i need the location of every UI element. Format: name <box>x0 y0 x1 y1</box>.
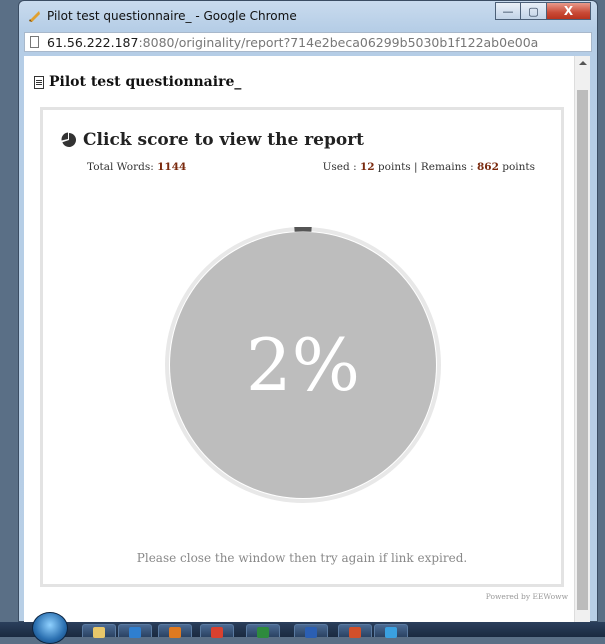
maximize-icon: ▢ <box>528 5 538 18</box>
scroll-up-icon[interactable] <box>579 61 587 65</box>
doc-header: Pilot test questionnaire_ <box>34 74 241 90</box>
used-points: 12 <box>360 161 375 173</box>
page-viewport: Pilot test questionnaire_ Click score to… <box>24 56 590 623</box>
start-button[interactable] <box>32 612 68 644</box>
vertical-scrollbar[interactable] <box>574 56 590 623</box>
remain-points: 862 <box>477 161 499 173</box>
used-label: Used : <box>323 161 360 173</box>
page-icon <box>30 36 39 48</box>
outlook-icon <box>129 627 141 638</box>
panel-title: Click score to view the report <box>61 130 364 150</box>
taskbar-button[interactable] <box>374 624 408 637</box>
maximize-button[interactable]: ▢ <box>521 2 547 20</box>
doc-title: Pilot test questionnaire_ <box>49 74 241 90</box>
minimize-icon: — <box>503 5 514 18</box>
scroll-thumb[interactable] <box>577 90 588 610</box>
remain-suffix: points <box>499 161 535 173</box>
media-player-icon <box>169 627 181 638</box>
url-host: 61.56.222.187 <box>47 35 138 50</box>
messenger-icon <box>385 627 397 638</box>
chrome-icon <box>211 627 223 638</box>
taskbar-button[interactable] <box>246 624 280 637</box>
powered-by: Powered by EEWoww <box>486 592 568 601</box>
score-value[interactable]: 2% <box>165 227 441 503</box>
taskbar-button[interactable] <box>118 624 152 637</box>
close-icon: X <box>564 4 573 18</box>
word-icon <box>305 627 317 638</box>
excel-icon <box>257 627 269 638</box>
taskbar-button[interactable] <box>294 624 328 637</box>
expire-note: Please close the window then try again i… <box>43 551 561 565</box>
taskbar-button[interactable] <box>200 624 234 637</box>
points-info: Used : 12 points | Remains : 862 points <box>323 161 535 173</box>
total-words-label: Total Words: <box>87 161 157 173</box>
folder-icon <box>93 627 105 638</box>
document-icon <box>34 76 44 89</box>
panel-title-text: Click score to view the report <box>83 130 364 150</box>
used-suffix: points | Remains : <box>375 161 477 173</box>
score-gauge[interactable]: 2% <box>165 227 441 503</box>
total-words-value: 1144 <box>157 161 186 173</box>
total-words: Total Words: 1144 <box>87 161 186 173</box>
minimize-button[interactable]: — <box>495 2 521 20</box>
powerpoint-icon <box>349 627 361 638</box>
address-bar[interactable]: 61.56.222.187:8080/originality/report?71… <box>24 32 592 52</box>
taskbar-button[interactable] <box>338 624 372 637</box>
close-button[interactable]: X <box>547 2 591 20</box>
taskbar-button[interactable] <box>82 624 116 637</box>
url-path: :8080/originality/report?714e2beca06299b… <box>138 35 538 50</box>
url-text[interactable]: 61.56.222.187:8080/originality/report?71… <box>47 35 538 50</box>
report-panel: Click score to view the report Total Wor… <box>40 107 564 587</box>
taskbar-button[interactable] <box>158 624 192 637</box>
browser-window: Pilot test questionnaire_ - Google Chrom… <box>18 0 598 622</box>
window-title: Pilot test questionnaire_ - Google Chrom… <box>47 9 297 23</box>
app-icon <box>27 9 41 23</box>
window-controls: — ▢ X <box>495 2 591 22</box>
title-bar[interactable]: Pilot test questionnaire_ - Google Chrom… <box>19 1 597 31</box>
pie-chart-icon <box>61 132 77 148</box>
